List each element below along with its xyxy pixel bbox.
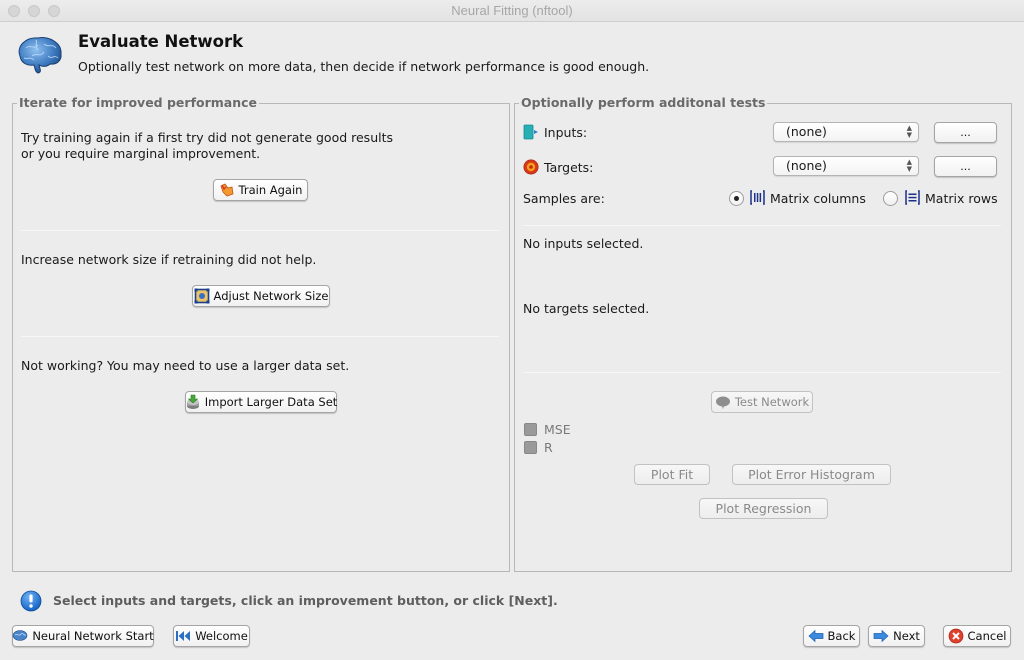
inputs-select-value: (none) bbox=[786, 124, 827, 139]
brain-icon bbox=[13, 630, 28, 641]
window-titlebar: Neural Fitting (nftool) bbox=[0, 0, 1024, 22]
welcome-label: Welcome bbox=[195, 629, 248, 643]
description-line: or you require marginal improvement. bbox=[21, 146, 261, 161]
targets-select-value: (none) bbox=[786, 158, 827, 173]
adjust-network-size-label: Adjust Network Size bbox=[213, 289, 329, 303]
targets-label: Targets: bbox=[544, 160, 594, 175]
matrix-rows-label[interactable]: Matrix rows bbox=[925, 191, 998, 206]
section-divider bbox=[21, 230, 499, 231]
matrix-columns-label[interactable]: Matrix columns bbox=[770, 191, 866, 206]
brain-icon bbox=[18, 37, 62, 74]
inputs-status-text: No inputs selected. bbox=[523, 236, 644, 251]
targets-browse-button[interactable]: ... bbox=[934, 156, 997, 177]
adjust-network-size-button[interactable]: Adjust Network Size bbox=[192, 285, 330, 307]
test-network-label: Test Network bbox=[734, 395, 810, 409]
inputs-browse-button[interactable]: ... bbox=[934, 122, 997, 143]
import-data-description: Not working? You may need to use a large… bbox=[21, 358, 350, 373]
targets-browse-label: ... bbox=[960, 160, 971, 173]
inputs-label: Inputs: bbox=[544, 125, 588, 140]
iterate-panel-legend: Iterate for improved performance bbox=[17, 95, 260, 110]
additional-tests-panel: Optionally perform additonal tests Input… bbox=[514, 95, 1012, 572]
adjust-size-description: Increase network size if retraining did … bbox=[21, 252, 317, 267]
plot-fit-label: Plot Fit bbox=[650, 467, 694, 482]
additional-tests-legend: Optionally perform additonal tests bbox=[519, 95, 768, 110]
arrow-right-icon bbox=[873, 629, 889, 643]
description-line: Try training again if a first try did no… bbox=[21, 130, 393, 145]
targets-icon bbox=[523, 159, 539, 175]
section-divider bbox=[21, 336, 499, 337]
matrix-columns-icon bbox=[750, 190, 765, 205]
welcome-button[interactable]: Welcome bbox=[173, 625, 250, 647]
select-arrows-icon: ▲ ▼ bbox=[906, 158, 912, 173]
arrow-left-icon bbox=[808, 629, 823, 643]
import-larger-data-set-button[interactable]: Import Larger Data Set bbox=[185, 391, 337, 413]
r-label: R bbox=[544, 440, 553, 455]
select-arrows-icon: ▲ ▼ bbox=[906, 124, 912, 139]
matrix-rows-radio[interactable] bbox=[883, 191, 898, 206]
inputs-icon bbox=[523, 124, 538, 140]
targets-select[interactable]: (none) ▲ ▼ bbox=[773, 156, 919, 176]
mse-label: MSE bbox=[544, 422, 571, 437]
rewind-icon bbox=[176, 631, 191, 641]
next-label: Next bbox=[893, 629, 920, 643]
matrix-columns-radio[interactable] bbox=[729, 191, 744, 206]
brain-icon bbox=[715, 396, 730, 409]
import-data-icon bbox=[186, 394, 199, 409]
matrix-rows-icon bbox=[905, 190, 920, 205]
back-button[interactable]: Back bbox=[803, 625, 860, 647]
test-network-button[interactable]: Test Network bbox=[711, 391, 813, 413]
page-title: Evaluate Network bbox=[78, 32, 244, 51]
neural-network-start-button[interactable]: Neural Network Start bbox=[12, 625, 154, 647]
iterate-panel: Iterate for improved performance Try tra… bbox=[12, 95, 510, 572]
next-button[interactable]: Next bbox=[868, 625, 925, 647]
status-message: Select inputs and targets, click an impr… bbox=[53, 593, 558, 608]
inputs-browse-label: ... bbox=[960, 126, 971, 139]
window-title: Neural Fitting (nftool) bbox=[451, 3, 573, 18]
plot-error-histogram-label: Plot Error Histogram bbox=[748, 467, 875, 482]
mse-icon bbox=[524, 423, 537, 436]
samples-are-label: Samples are: bbox=[523, 191, 605, 206]
plot-regression-button[interactable]: Plot Regression bbox=[699, 498, 828, 519]
train-again-button[interactable]: Train Again bbox=[213, 179, 308, 201]
back-label: Back bbox=[827, 629, 856, 643]
cancel-button[interactable]: Cancel bbox=[943, 625, 1011, 647]
cancel-icon bbox=[948, 628, 963, 644]
train-again-icon bbox=[220, 183, 233, 197]
train-again-label: Train Again bbox=[238, 183, 303, 197]
import-larger-data-set-label: Import Larger Data Set bbox=[204, 395, 338, 409]
train-again-description: Try training again if a first try did no… bbox=[21, 130, 393, 161]
page-subtitle: Optionally test network on more data, th… bbox=[78, 59, 650, 74]
targets-status-text: No targets selected. bbox=[523, 301, 650, 316]
inputs-select[interactable]: (none) ▲ ▼ bbox=[773, 122, 919, 142]
section-divider bbox=[523, 372, 1001, 373]
section-divider bbox=[523, 225, 1001, 226]
plot-fit-button[interactable]: Plot Fit bbox=[634, 464, 710, 485]
r-icon bbox=[524, 441, 537, 454]
neural-network-start-label: Neural Network Start bbox=[32, 629, 154, 643]
network-size-icon bbox=[194, 288, 210, 304]
cancel-label: Cancel bbox=[967, 629, 1007, 643]
info-icon bbox=[20, 590, 42, 612]
plot-error-histogram-button[interactable]: Plot Error Histogram bbox=[732, 464, 891, 485]
plot-regression-label: Plot Regression bbox=[715, 501, 812, 516]
